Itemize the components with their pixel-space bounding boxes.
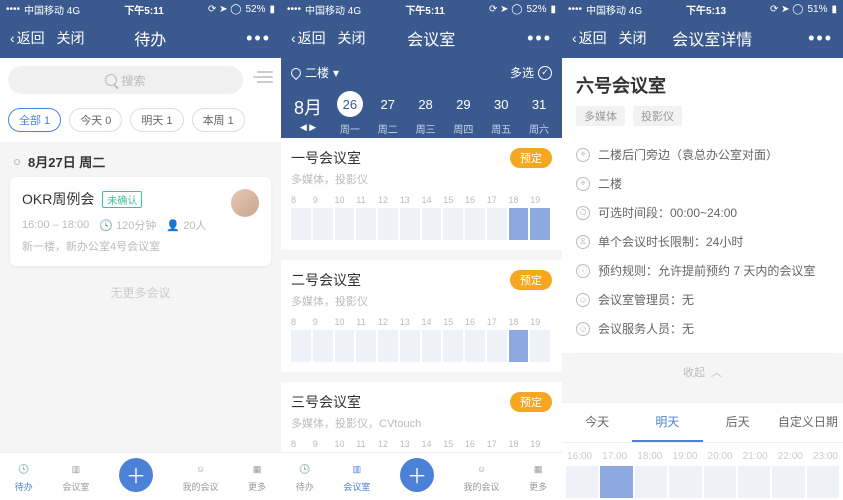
time-slot[interactable] [807,466,839,498]
tab-mine[interactable]: ☺我的会议 [464,460,500,493]
room-card[interactable]: 二号会议室多媒体，投影仪预定8910111213141516171819 [281,260,562,372]
filter-pills: 全部 1 今天 0 明天 1 本周 1 [0,102,281,142]
tab-bar: 🕓待办 ▥会议室 ＋ ☺我的会议 ▦更多 [281,452,562,500]
add-button[interactable]: ＋ [400,458,434,492]
time-slot[interactable] [669,466,701,498]
date-header: 8月27日 周二 [0,142,281,177]
tab-more[interactable]: ▦更多 [248,460,266,493]
time-slot[interactable] [635,466,667,498]
nav-bar: ‹ 返回 关闭 会议室 ••• [281,18,562,58]
status-bar: •••• 中国移动 4G 下午5:11 ⟳ ➤ ◯ 52% ▮ [0,0,281,18]
meeting-title: OKR周例会 [22,189,94,209]
info-item: ⏱可选时间段：00:00~24:00 [576,198,829,227]
pill-all[interactable]: 全部 1 [8,108,61,132]
book-button[interactable]: 预定 [510,392,552,412]
search-icon [105,74,117,86]
tab-mine[interactable]: ☺我的会议 [183,460,219,493]
info-item: ⧖单个会议时长限制：24小时 [576,227,829,256]
info-item: ⌖二楼后门旁边（袁总办公室对面） [576,140,829,169]
time-slots: 16:0017:0018:0019:0020:0021:0022:0023:00 [562,443,843,500]
date-tab[interactable]: 后天 [703,403,773,442]
status-badge: 未确认 [102,191,142,208]
floor-selector[interactable]: 二楼 ▾ 多选✓ [281,58,562,87]
more-icon[interactable]: ••• [246,28,271,49]
day-cell[interactable]: 26周一 [337,91,363,136]
list-toggle-icon[interactable] [251,66,273,88]
location-icon [289,65,303,79]
screen-rooms: •••• 中国移动 4G 下午5:11 ⟳ ➤ ◯ 52% ▮ ‹ 返回 关闭 … [281,0,562,500]
tab-rooms[interactable]: ▥会议室 [62,460,89,493]
screen-detail: •••• 中国移动 4G 下午5:13 ⟳ ➤ ◯ 51% ▮ ‹ 返回 关闭 … [562,0,843,500]
room-card[interactable]: 三号会议室多媒体，投影仪，CVtouch预定891011121314151617… [281,382,562,452]
day-cell[interactable]: 27周二 [375,91,401,136]
time-slot[interactable] [704,466,736,498]
info-item: ☺会议服务人员：无 [576,314,829,343]
pill-week[interactable]: 本周 1 [192,108,245,132]
page-title: 会议室详情 [616,26,808,50]
room-name: 六号会议室 [576,72,829,98]
info-item: ⓘ预约规则：允许提前预约 7 天内的会议室 [576,256,829,285]
status-bar: •••• 中国移动 4G 下午5:13 ⟳ ➤ ◯ 51% ▮ [562,0,843,18]
date-tabs: 今天明天后天自定义日期 [562,402,843,443]
pill-today[interactable]: 今天 0 [69,108,122,132]
calendar-strip: 8月◀ ▶ 26周一 27周二 28周三 29周四 30周五 31周六 [281,87,562,144]
tab-todo[interactable]: 🕓待办 [296,460,314,493]
status-bar: •••• 中国移动 4G 下午5:11 ⟳ ➤ ◯ 52% ▮ [281,0,562,18]
screen-todo: •••• 中国移动 4G 下午5:11 ⟳ ➤ ◯ 52% ▮ ‹ 返回 关闭 … [0,0,281,500]
date-tab[interactable]: 自定义日期 [773,403,843,442]
tab-bar: 🕓待办 ▥会议室 ＋ ☺我的会议 ▦更多 [0,452,281,500]
info-item: ⌖二楼 [576,169,829,198]
date-tab[interactable]: 今天 [562,403,632,442]
more-icon[interactable]: ••• [808,28,833,49]
tab-more[interactable]: ▦更多 [529,460,547,493]
more-icon[interactable]: ••• [527,28,552,49]
search-input[interactable]: 搜索 [8,66,243,94]
page-title: 待办 [54,26,246,50]
feature-tag: 多媒体 [576,106,625,126]
info-list: ⌖二楼后门旁边（袁总办公室对面）⌖二楼⏱可选时间段：00:00~24:00⧖单个… [562,136,843,353]
collapse-button[interactable]: 收起 ︿ [562,354,843,394]
pill-tomorrow[interactable]: 明天 1 [130,108,183,132]
book-button[interactable]: 预定 [510,148,552,168]
tab-todo[interactable]: 🕓待办 [15,460,33,493]
multiselect-toggle[interactable]: 多选✓ [510,64,552,81]
day-cell[interactable]: 28周三 [413,91,439,136]
add-button[interactable]: ＋ [119,458,153,492]
search-row: 搜索 [0,58,281,102]
book-button[interactable]: 预定 [510,270,552,290]
room-header: 六号会议室 多媒体投影仪 [562,58,843,136]
avatar [231,189,259,217]
time-slot[interactable] [772,466,804,498]
day-cell[interactable]: 30周五 [488,91,514,136]
month-cell[interactable]: 8月◀ ▶ [285,91,331,136]
tab-rooms[interactable]: ▥会议室 [343,460,370,493]
info-item: ☺会议室管理员：无 [576,285,829,314]
time-slot[interactable] [566,466,598,498]
nav-bar: ‹ 返回 关闭 会议室详情 ••• [562,18,843,58]
date-tab[interactable]: 明天 [632,403,702,442]
time-slot[interactable] [600,466,632,498]
meeting-card[interactable]: OKR周例会 未确认 16:00 – 18:00 🕓 120分钟 👤 20人 新… [10,177,271,266]
day-cell[interactable]: 31周六 [526,91,552,136]
room-card[interactable]: 一号会议室多媒体，投影仪预定8910111213141516171819 [281,138,562,250]
page-title: 会议室 [335,26,527,50]
feature-tag: 投影仪 [633,106,682,126]
day-cell[interactable]: 29周四 [450,91,476,136]
no-more-text: 无更多会议 [0,266,281,319]
nav-bar: ‹ 返回 关闭 待办 ••• [0,18,281,58]
time-slot[interactable] [738,466,770,498]
